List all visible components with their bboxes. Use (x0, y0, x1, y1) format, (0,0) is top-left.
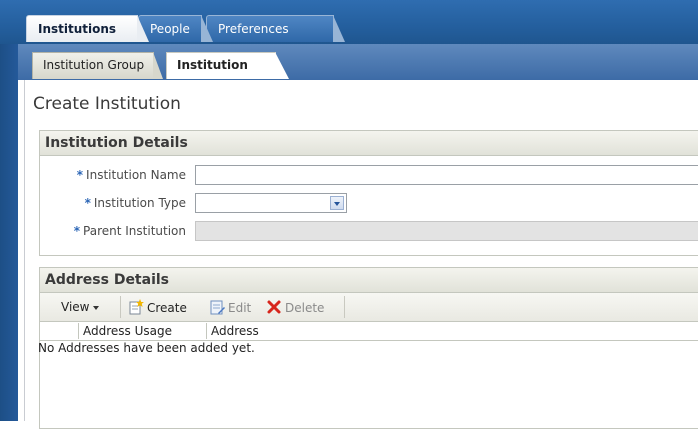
address-details-heading: Address Details (40, 268, 698, 293)
empty-table-message: No Addresses have been added yet. (38, 341, 255, 355)
parent-institution-label: * Parent Institution (73, 224, 186, 238)
toolbar-separator (120, 296, 121, 318)
required-marker: * (84, 196, 91, 210)
content-area: Create Institution Institution Details *… (24, 80, 698, 429)
institution-type-select[interactable] (195, 193, 347, 213)
view-menu-button[interactable]: View (61, 299, 100, 315)
institution-details-panel: Institution Details * Institution Name * I… (39, 130, 698, 256)
institution-name-label: * Institution Name (76, 168, 186, 182)
required-marker: * (73, 224, 81, 238)
edit-icon (210, 300, 225, 315)
create-icon (129, 299, 144, 315)
toolbar-separator (344, 296, 345, 318)
left-frame (0, 44, 18, 421)
chevron-down-icon (93, 305, 100, 310)
parent-institution-row: * Parent Institution (40, 221, 698, 243)
parent-institution-input (195, 221, 698, 241)
chevron-down-icon[interactable] (330, 196, 344, 210)
institution-type-row: * Institution Type (40, 193, 698, 215)
address-toolbar: View Create Edit Delete (40, 293, 698, 322)
address-table-header: Address Usage Address (40, 322, 698, 341)
subtab-institution-group[interactable]: Institution Group (32, 52, 163, 79)
create-button[interactable]: Create (128, 299, 187, 315)
column-header-address[interactable]: Address (206, 323, 698, 339)
institution-name-input[interactable] (195, 165, 698, 185)
institution-name-row: * Institution Name (40, 165, 698, 187)
delete-icon (267, 300, 281, 314)
page-title: Create Institution (33, 94, 181, 114)
subtab-institution[interactable]: Institution (166, 52, 289, 79)
institution-details-heading: Institution Details (40, 131, 698, 156)
tab-preferences[interactable]: Preferences (206, 15, 345, 42)
institution-type-label: * Institution Type (84, 196, 186, 210)
delete-button[interactable]: Delete (266, 299, 324, 315)
tab-institutions[interactable]: Institutions (26, 15, 149, 42)
required-marker: * (76, 168, 84, 182)
column-header-address-usage[interactable]: Address Usage (78, 323, 206, 339)
edit-button[interactable]: Edit (209, 299, 251, 315)
address-details-panel: Address Details View Create Edit Delete … (38, 267, 698, 429)
